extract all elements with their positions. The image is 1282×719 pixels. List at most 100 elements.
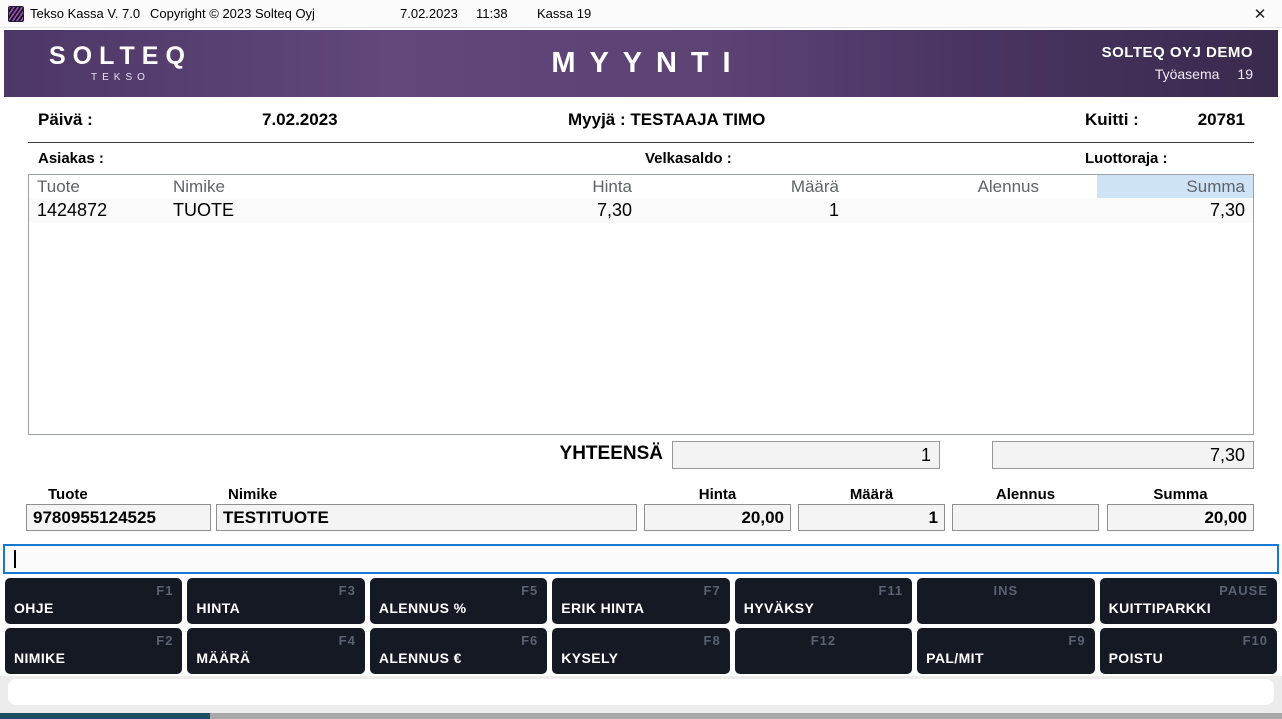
fk-poistu-label: POISTU <box>1109 650 1164 666</box>
table-header-row: Tuote Nimike Hinta Määrä Alennus Summa <box>29 175 1253 198</box>
page-title: MYYNTI <box>538 47 745 80</box>
fk-nimike-button[interactable]: F2 NIMIKE <box>5 628 182 674</box>
cell-maara: 1 <box>634 200 839 221</box>
col-header-nimike: Nimike <box>169 177 399 197</box>
fk-ohje-key: F1 <box>156 583 173 598</box>
fk-kuittiparkki-label: KUITTIPARKKI <box>1109 600 1212 616</box>
fk-hinta-label: HINTA <box>196 600 240 616</box>
separator-line <box>28 142 1254 143</box>
text-caret <box>14 550 16 568</box>
app-icon <box>8 6 24 22</box>
col-header-maara: Määrä <box>634 177 839 197</box>
fk-pal-mit-button[interactable]: F9 PAL/MIT <box>917 628 1094 674</box>
fk-maara-button[interactable]: F4 MÄÄRÄ <box>187 628 364 674</box>
debt-label: Velkasaldo : <box>645 150 732 167</box>
title-bar: Tekso Kassa V. 7.0 Copyright © 2023 Solt… <box>0 0 1282 28</box>
product-name-field[interactable] <box>216 504 637 531</box>
date-value: 7.02.2023 <box>262 110 338 130</box>
fk-ins-button[interactable]: INS <box>917 578 1094 624</box>
quantity-field[interactable] <box>798 504 945 531</box>
fk-poistu-key: F10 <box>1243 633 1268 648</box>
col-header-alennus: Alennus <box>839 177 1097 197</box>
fk-poistu-button[interactable]: F10 POISTU <box>1100 628 1277 674</box>
taskbar-strip-left <box>0 713 210 719</box>
copyright-text: Copyright © 2023 Solteq Oyj <box>150 6 315 21</box>
workstation-info: Työasema 19 <box>1102 66 1253 82</box>
entry-label-summa: Summa <box>1107 486 1254 503</box>
fk-alennus-pct-label: ALENNUS % <box>379 600 467 616</box>
totals-sum-box: 7,30 <box>992 441 1254 469</box>
fk-alennus-pct-key: F5 <box>521 583 538 598</box>
col-header-hinta: Hinta <box>399 177 634 197</box>
customer-label: Asiakas : <box>38 150 104 167</box>
fk-hyvaksy-label: HYVÄKSY <box>744 600 814 616</box>
fk-f12-key: F12 <box>735 633 912 648</box>
entry-label-alennus: Alennus <box>952 486 1099 503</box>
table-row[interactable]: 1424872 TUOTE 7,30 1 7,30 <box>29 198 1253 223</box>
cell-hinta: 7,30 <box>399 200 634 221</box>
titlebar-time: 11:38 <box>476 6 508 21</box>
taskbar-strip-right <box>210 713 1282 719</box>
fk-hinta-button[interactable]: F3 HINTA <box>187 578 364 624</box>
credit-label: Luottoraja : <box>1085 150 1168 167</box>
header-right-block: SOLTEQ OYJ DEMO Työasema 19 <box>1102 44 1253 82</box>
command-input[interactable] <box>3 544 1279 574</box>
close-icon[interactable]: ✕ <box>1238 0 1282 28</box>
totals-label: YHTEENSÄ <box>500 443 663 465</box>
col-header-summa: Summa <box>1097 175 1253 198</box>
cell-tuote: 1424872 <box>29 200 169 221</box>
seller-info: Myyjä : TESTAAJA TIMO <box>568 110 765 130</box>
entry-label-nimike: Nimike <box>228 486 277 503</box>
titlebar-date: 7.02.2023 <box>400 6 458 21</box>
logo-sub-text: TEKSO <box>49 72 192 83</box>
fk-pal-mit-label: PAL/MIT <box>926 650 984 666</box>
fk-nimike-label: NIMIKE <box>14 650 65 666</box>
fk-alennus-eur-key: F6 <box>521 633 538 648</box>
totals-quantity-box: 1 <box>672 441 940 469</box>
fk-kysely-button[interactable]: F8 KYSELY <box>552 628 729 674</box>
fk-erik-hinta-button[interactable]: F7 ERIK HINTA <box>552 578 729 624</box>
price-field[interactable] <box>644 504 791 531</box>
receipt-number: 20781 <box>1160 110 1245 130</box>
fk-maara-key: F4 <box>339 633 356 648</box>
fk-kysely-label: KYSELY <box>561 650 618 666</box>
fk-hinta-key: F3 <box>339 583 356 598</box>
date-label: Päivä : <box>38 110 93 130</box>
workstation-number: 19 <box>1237 66 1253 82</box>
entry-label-hinta: Hinta <box>644 486 791 503</box>
fk-hyvaksy-key: F11 <box>878 583 903 598</box>
fk-ohje-button[interactable]: F1 OHJE <box>5 578 182 624</box>
workstation-label: Työasema <box>1155 66 1220 82</box>
message-bar <box>8 679 1274 705</box>
sum-field[interactable] <box>1107 504 1254 531</box>
discount-field[interactable] <box>952 504 1099 531</box>
col-header-tuote: Tuote <box>29 177 169 197</box>
entry-label-tuote: Tuote <box>48 486 88 503</box>
cell-nimike: TUOTE <box>169 200 399 221</box>
sale-lines-table: Tuote Nimike Hinta Määrä Alennus Summa 1… <box>28 174 1254 435</box>
fk-ohje-label: OHJE <box>14 600 54 616</box>
solteq-logo: SOLTEQ TEKSO <box>49 42 192 83</box>
fk-alennus-eur-label: ALENNUS € <box>379 650 462 666</box>
app-header: SOLTEQ TEKSO MYYNTI SOLTEQ OYJ DEMO Työa… <box>4 30 1278 97</box>
function-key-grid: F1 OHJE F3 HINTA F5 ALENNUS % F7 ERIK HI… <box>5 578 1277 674</box>
company-name: SOLTEQ OYJ DEMO <box>1102 44 1253 61</box>
fk-nimike-key: F2 <box>156 633 173 648</box>
fk-kuittiparkki-button[interactable]: PAUSE KUITTIPARKKI <box>1100 578 1277 624</box>
titlebar-register: Kassa 19 <box>537 6 591 21</box>
fk-hyvaksy-button[interactable]: F11 HYVÄKSY <box>735 578 912 624</box>
fk-f12-button[interactable]: F12 <box>735 628 912 674</box>
fk-erik-hinta-key: F7 <box>704 583 721 598</box>
fk-kysely-key: F8 <box>704 633 721 648</box>
fk-alennus-eur-button[interactable]: F6 ALENNUS € <box>370 628 547 674</box>
window-title: Tekso Kassa V. 7.0 <box>30 6 140 21</box>
fk-alennus-pct-button[interactable]: F5 ALENNUS % <box>370 578 547 624</box>
fk-erik-hinta-label: ERIK HINTA <box>561 600 644 616</box>
fk-ins-key: INS <box>917 583 1094 598</box>
receipt-label: Kuitti : <box>1085 110 1139 130</box>
pos-window: Tekso Kassa V. 7.0 Copyright © 2023 Solt… <box>0 0 1282 719</box>
fk-kuittiparkki-key: PAUSE <box>1219 583 1268 598</box>
entry-label-maara: Määrä <box>798 486 945 503</box>
product-code-field[interactable] <box>26 504 211 531</box>
cell-summa: 7,30 <box>1097 200 1253 221</box>
